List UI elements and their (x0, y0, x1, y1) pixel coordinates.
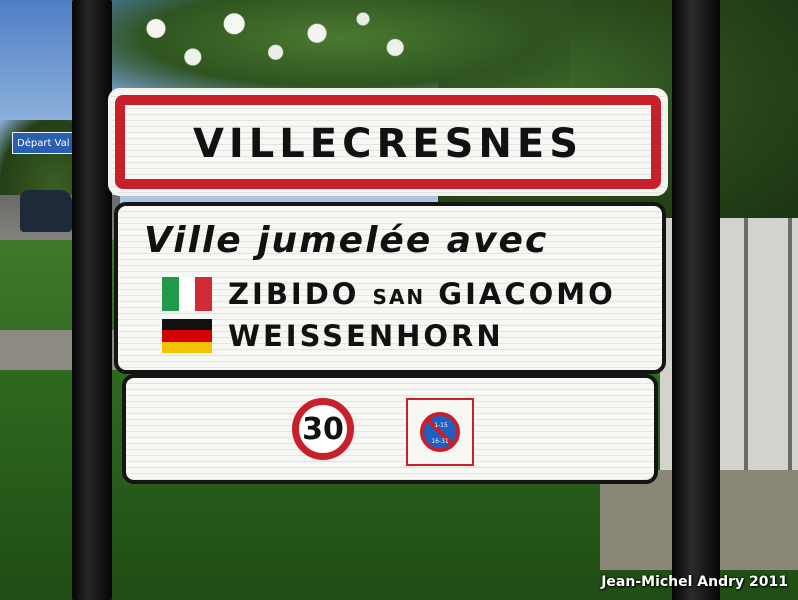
right-post (672, 0, 720, 600)
twin-town-name-part1: ZIBIDO (228, 277, 360, 311)
germany-flag-icon (162, 319, 212, 353)
twin-town-name: WEISSENHORN (228, 319, 504, 353)
twin-town-row: WEISSENHORN (162, 318, 504, 354)
speed-limit-sign: 30 (292, 398, 354, 460)
no-parking-icon: 1-15 16-31 (420, 412, 460, 452)
town-name: VILLECRESNES (192, 121, 584, 167)
town-name-sign: VILLECRESNES (108, 88, 668, 196)
parked-car (20, 190, 72, 232)
hanging-flowers (110, 0, 570, 95)
twin-town-row: ZIBIDO SAN GIACOMO (162, 276, 616, 312)
twinning-heading: Ville jumelée avec (144, 220, 549, 261)
photo-scene: Départ Val d VILLECRESNES Ville jumelée … (0, 0, 798, 600)
parking-bottom-text: 16-31 (431, 438, 449, 445)
photo-credit: Jean-Michel Andry 2011 (601, 574, 788, 590)
traffic-rules-sign: 30 1-15 16-31 (122, 374, 658, 484)
twin-town-name-part2: GIACOMO (438, 277, 616, 311)
twin-town-name: ZIBIDO SAN GIACOMO (228, 277, 616, 311)
italy-flag-icon (162, 277, 213, 311)
twin-towns-sign: Ville jumelée avec ZIBIDO SAN GIACOMO WE… (114, 202, 666, 374)
twin-town-name-small: SAN (372, 285, 426, 309)
parking-top-text: 1-15 (434, 422, 448, 429)
alternate-parking-sign: 1-15 16-31 (406, 398, 474, 466)
left-post (72, 0, 112, 600)
